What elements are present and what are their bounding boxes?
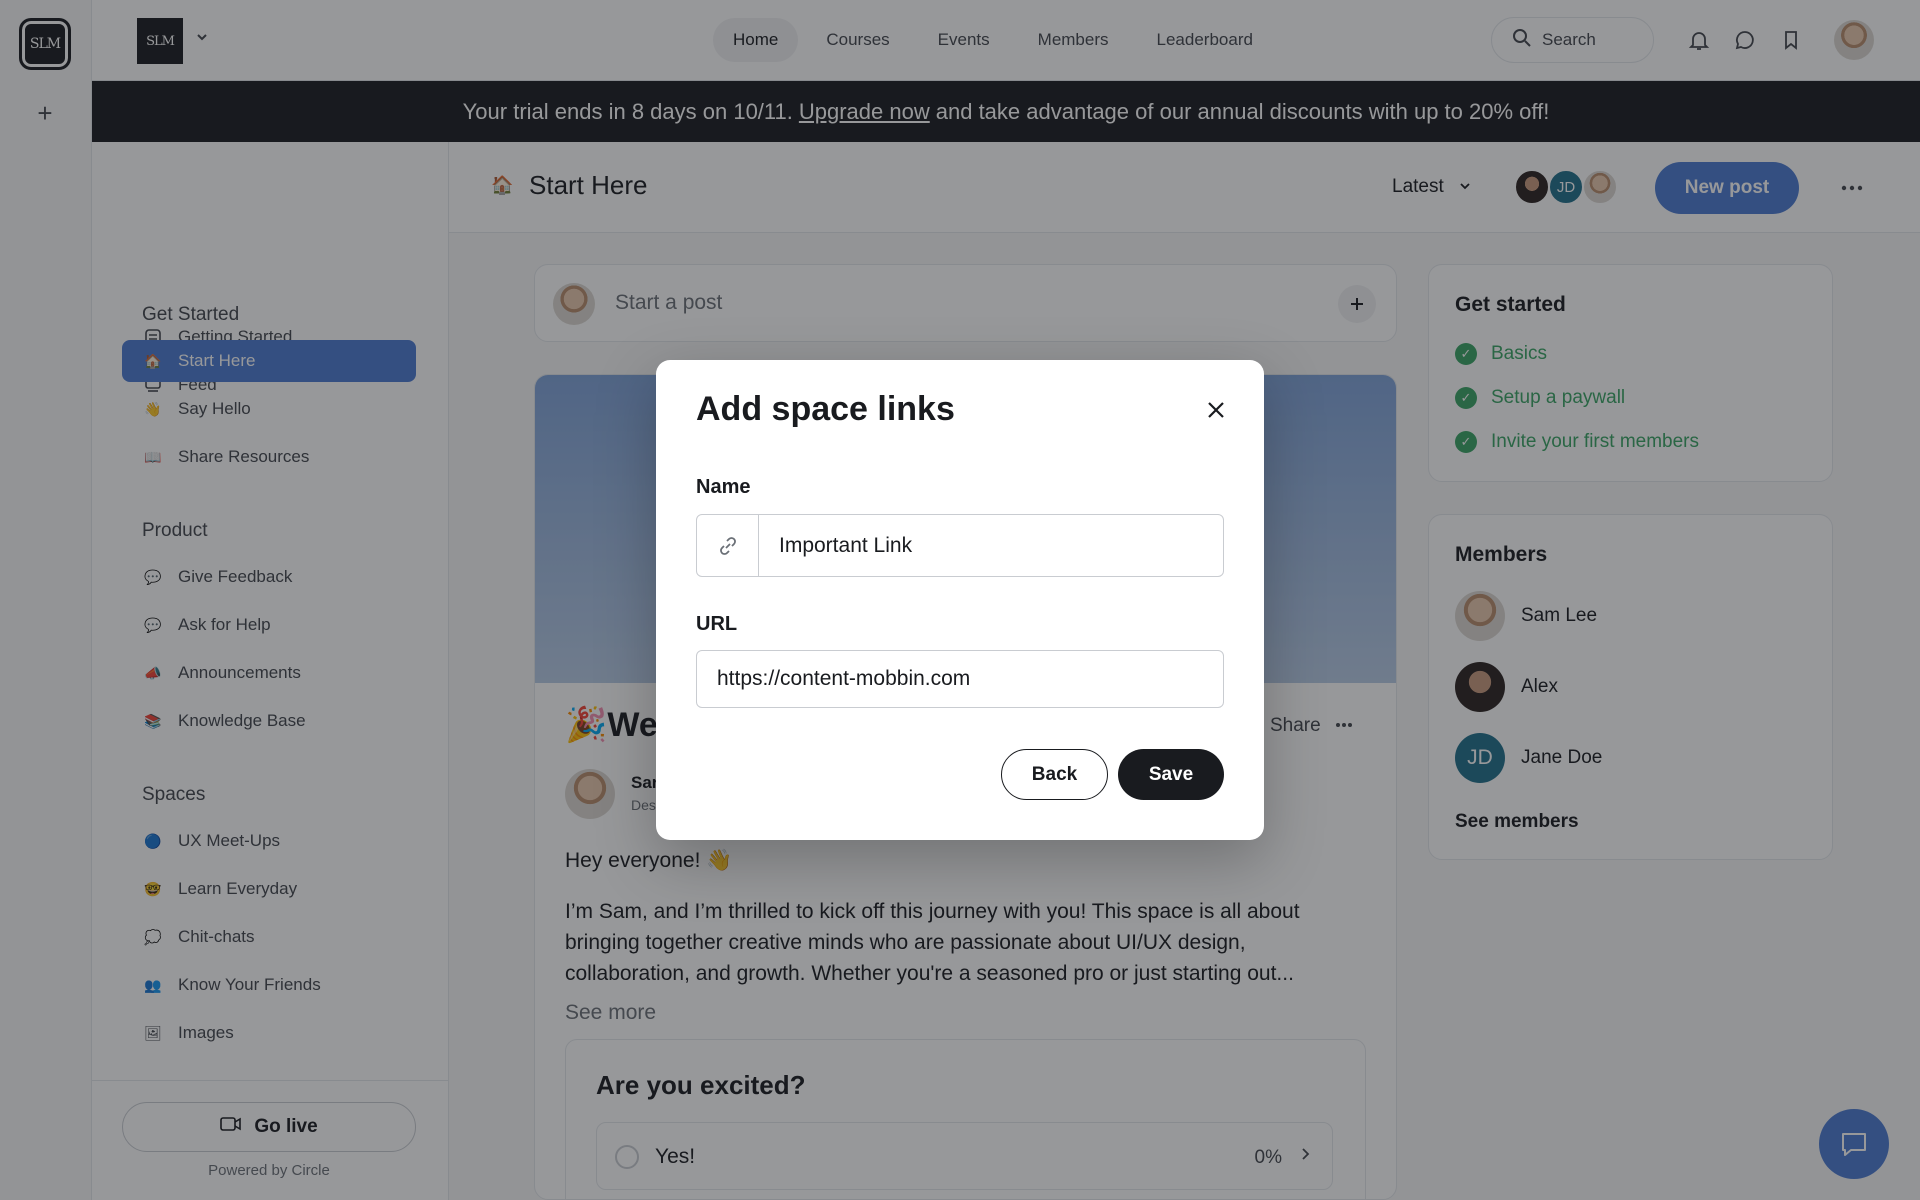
url-field-label: URL — [696, 613, 738, 635]
link-icon — [697, 515, 759, 576]
modal-title: Add space links — [696, 390, 955, 428]
save-button[interactable]: Save — [1118, 749, 1224, 800]
name-field-label: Name — [696, 476, 751, 498]
back-button[interactable]: Back — [1001, 749, 1108, 800]
add-space-links-modal: Add space links Name URL Back Save — [656, 360, 1264, 840]
close-icon[interactable] — [1202, 396, 1230, 424]
name-field[interactable] — [696, 514, 1224, 577]
name-input[interactable] — [759, 515, 1223, 576]
url-input[interactable] — [696, 650, 1224, 708]
